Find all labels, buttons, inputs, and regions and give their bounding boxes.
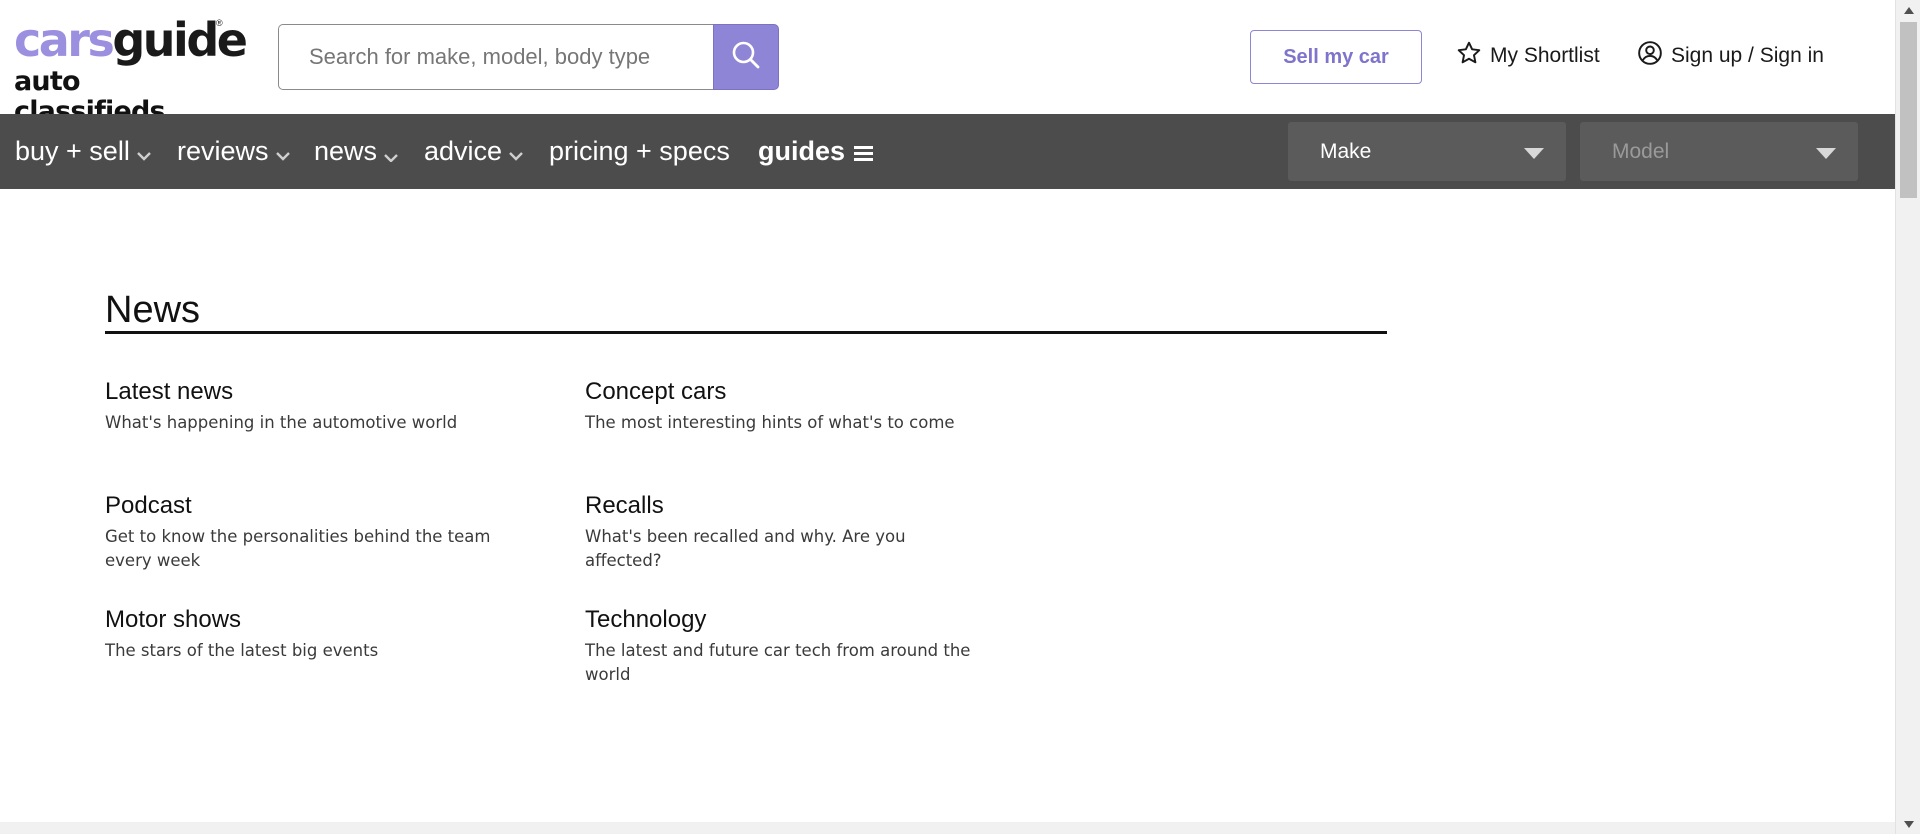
card-technology[interactable]: Technology The latest and future car tec…: [585, 605, 985, 687]
card-title: Recalls: [585, 492, 664, 519]
nav-item-buy-sell[interactable]: buy + sell: [15, 114, 152, 189]
search-input[interactable]: [278, 24, 714, 90]
nav-item-advice[interactable]: advice: [424, 114, 524, 189]
triangle-down-icon: [1903, 820, 1914, 828]
logo-guide-text: guide: [112, 13, 248, 67]
card-title: Podcast: [105, 492, 192, 519]
menu-icon: [854, 145, 874, 161]
nav-item-guides[interactable]: guides: [758, 114, 875, 189]
main-nav: buy + sell reviews news advice pricing +…: [0, 114, 1895, 189]
search-bar: [278, 24, 779, 90]
make-select-value: Make: [1320, 139, 1372, 163]
nav-item-label: pricing + specs: [549, 136, 730, 166]
chevron-down-icon: [509, 151, 523, 161]
card-recalls[interactable]: Recalls What's been recalled and why. Ar…: [585, 491, 955, 573]
card-motor-shows[interactable]: Motor shows The stars of the latest big …: [105, 605, 525, 663]
nav-item-label: buy + sell: [15, 136, 130, 166]
model-select-value: Model: [1612, 139, 1670, 163]
scroll-down-arrow[interactable]: [1896, 814, 1920, 834]
chevron-down-icon: [136, 151, 151, 161]
card-description: What's been recalled and why. Are you af…: [585, 527, 906, 570]
sign-in-label: Sign up / Sign in: [1671, 44, 1824, 67]
my-shortlist-label: My Shortlist: [1490, 44, 1600, 67]
scroll-up-arrow[interactable]: [1896, 0, 1920, 20]
chevron-down-icon: [275, 151, 290, 161]
nav-item-label: news: [314, 136, 378, 166]
title-divider: [105, 331, 1387, 334]
card-description: Get to know the personalities behind the…: [105, 527, 491, 570]
model-select[interactable]: Model: [1580, 122, 1858, 181]
nav-item-label: reviews: [177, 136, 269, 166]
page-title: News: [105, 289, 201, 331]
logo-cars-text: cars: [14, 13, 115, 67]
nav-item-pricing-specs[interactable]: pricing + specs: [549, 114, 730, 189]
card-concept-cars[interactable]: Concept cars The most interesting hints …: [585, 377, 1005, 435]
site-header: carsguide ® auto classifieds Sell my car…: [0, 0, 1895, 127]
caret-down-icon: [1816, 148, 1836, 159]
my-shortlist-link[interactable]: My Shortlist: [1456, 40, 1600, 72]
card-description: The latest and future car tech from arou…: [585, 641, 971, 684]
star-icon: [1456, 40, 1490, 72]
sell-my-car-button[interactable]: Sell my car: [1250, 30, 1422, 84]
card-title: Concept cars: [585, 378, 727, 405]
card-title: Technology: [585, 606, 707, 633]
logo-wordmark: carsguide: [14, 13, 248, 67]
make-select[interactable]: Make: [1288, 122, 1566, 181]
nav-item-reviews[interactable]: reviews: [177, 114, 291, 189]
user-circle-icon: [1637, 40, 1671, 72]
card-title: Motor shows: [105, 606, 242, 633]
scroll-thumb[interactable]: [1900, 22, 1917, 198]
nav-item-news[interactable]: news: [314, 114, 399, 189]
nav-item-label: guides: [758, 136, 846, 166]
horizontal-scrollbar[interactable]: [0, 822, 1895, 834]
caret-down-icon: [1524, 148, 1544, 159]
card-description: The most interesting hints of what's to …: [585, 413, 955, 432]
logo-registered-mark: ®: [216, 18, 223, 28]
search-button[interactable]: [713, 24, 779, 90]
card-description: What's happening in the automotive world: [105, 413, 458, 432]
sign-in-link[interactable]: Sign up / Sign in: [1637, 40, 1824, 72]
card-podcast[interactable]: Podcast Get to know the personalities be…: [105, 491, 505, 573]
card-description: The stars of the latest big events: [105, 641, 379, 660]
triangle-up-icon: [1903, 6, 1914, 14]
carsguide-logo[interactable]: carsguide ® auto classifieds: [14, 13, 248, 127]
search-icon: [731, 40, 761, 75]
nav-item-label: advice: [424, 136, 503, 166]
card-latest-news[interactable]: Latest news What's happening in the auto…: [105, 377, 525, 435]
chevron-down-icon: [384, 153, 398, 162]
card-title: Latest news: [105, 378, 234, 405]
vertical-scrollbar[interactable]: [1895, 0, 1920, 834]
